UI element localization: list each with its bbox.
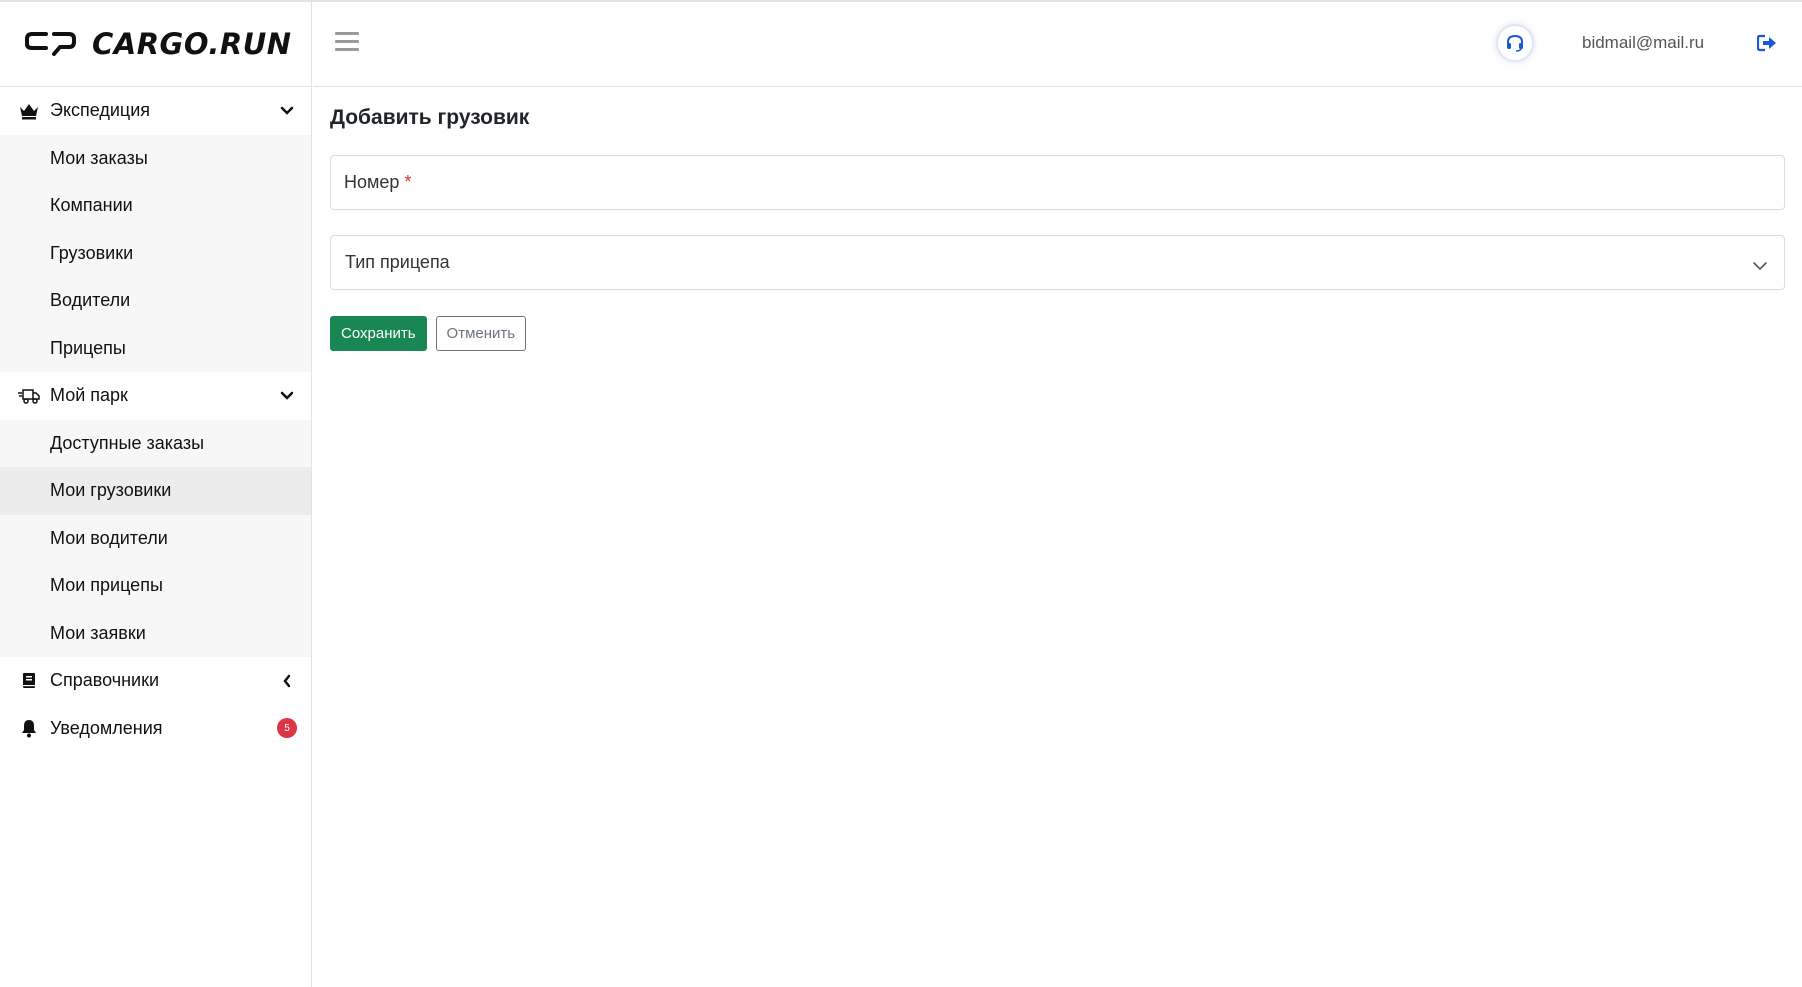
- truck-number-input[interactable]: Номер *: [330, 155, 1785, 210]
- save-button[interactable]: Сохранить: [330, 316, 427, 351]
- sidebar-group-notifications[interactable]: Уведомления 5: [0, 705, 311, 753]
- user-email[interactable]: bidmail@mail.ru: [1582, 33, 1704, 53]
- required-mark: *: [404, 172, 412, 192]
- chevron-down-icon: [1752, 255, 1768, 276]
- sign-out-icon[interactable]: [1756, 34, 1779, 54]
- page-title: Добавить грузовик: [330, 106, 530, 129]
- sidebar-item-available-orders[interactable]: Доступные заказы: [0, 420, 311, 468]
- sidebar-item-my-drivers[interactable]: Мои водители: [0, 515, 311, 563]
- brand-name: CARGO.RUN: [92, 27, 292, 61]
- sidebar-item-my-trailers[interactable]: Мои прицепы: [0, 562, 311, 610]
- headset-icon[interactable]: [1498, 26, 1532, 60]
- sidebar-group-label: Экспедиция: [50, 100, 151, 121]
- brand-logo[interactable]: CARGO.RUN: [0, 2, 311, 87]
- bell-icon: [18, 717, 40, 739]
- sidebar: CARGO.RUN Экспедиция Мои заказы Компании…: [0, 2, 312, 987]
- sidebar-item-my-orders[interactable]: Мои заказы: [0, 135, 311, 183]
- sidebar-group-label: Уведомления: [50, 717, 163, 738]
- sidebar-submenu-my-park: Доступные заказы Мои грузовики Мои водит…: [0, 419, 311, 658]
- crown-icon: [18, 100, 40, 122]
- sidebar-item-companies[interactable]: Компании: [0, 182, 311, 230]
- chevron-left-icon: [277, 671, 297, 691]
- top-header: bidmail@mail.ru: [313, 2, 1802, 87]
- sidebar-group-label: Мой парк: [50, 385, 128, 406]
- trailer-type-select[interactable]: Тип прицепа: [330, 235, 1785, 290]
- sidebar-group-expedition[interactable]: Экспедиция: [0, 87, 311, 135]
- sidebar-item-my-requests[interactable]: Мои заявки: [0, 610, 311, 658]
- cancel-button[interactable]: Отменить: [435, 316, 527, 351]
- sidebar-group-label: Справочники: [50, 670, 160, 691]
- notification-count-badge: 5: [277, 718, 297, 739]
- sidebar-item-trucks[interactable]: Грузовики: [0, 230, 311, 278]
- truck-number-label: Номер: [344, 172, 400, 192]
- truck-icon: [18, 385, 40, 407]
- book-icon: [18, 670, 40, 692]
- chevron-down-icon: [277, 386, 297, 406]
- sidebar-group-references[interactable]: Справочники: [0, 657, 311, 705]
- cargo-run-logo-icon: [25, 32, 76, 56]
- hamburger-icon[interactable]: [335, 32, 359, 52]
- form-actions: Сохранить Отменить: [330, 316, 1785, 351]
- main-content: Добавить грузовик Номер * Тип прицепа Со…: [330, 88, 1785, 351]
- sidebar-submenu-expedition: Мои заказы Компании Грузовики Водители П…: [0, 134, 311, 373]
- sidebar-nav: Экспедиция Мои заказы Компании Грузовики…: [0, 87, 311, 752]
- sidebar-group-my-park[interactable]: Мой парк: [0, 372, 311, 420]
- sidebar-item-drivers[interactable]: Водители: [0, 277, 311, 325]
- sidebar-item-trailers[interactable]: Прицепы: [0, 325, 311, 373]
- trailer-type-placeholder: Тип прицепа: [345, 252, 450, 272]
- sidebar-item-my-trucks[interactable]: Мои грузовики: [0, 467, 311, 515]
- chevron-down-icon: [277, 101, 297, 121]
